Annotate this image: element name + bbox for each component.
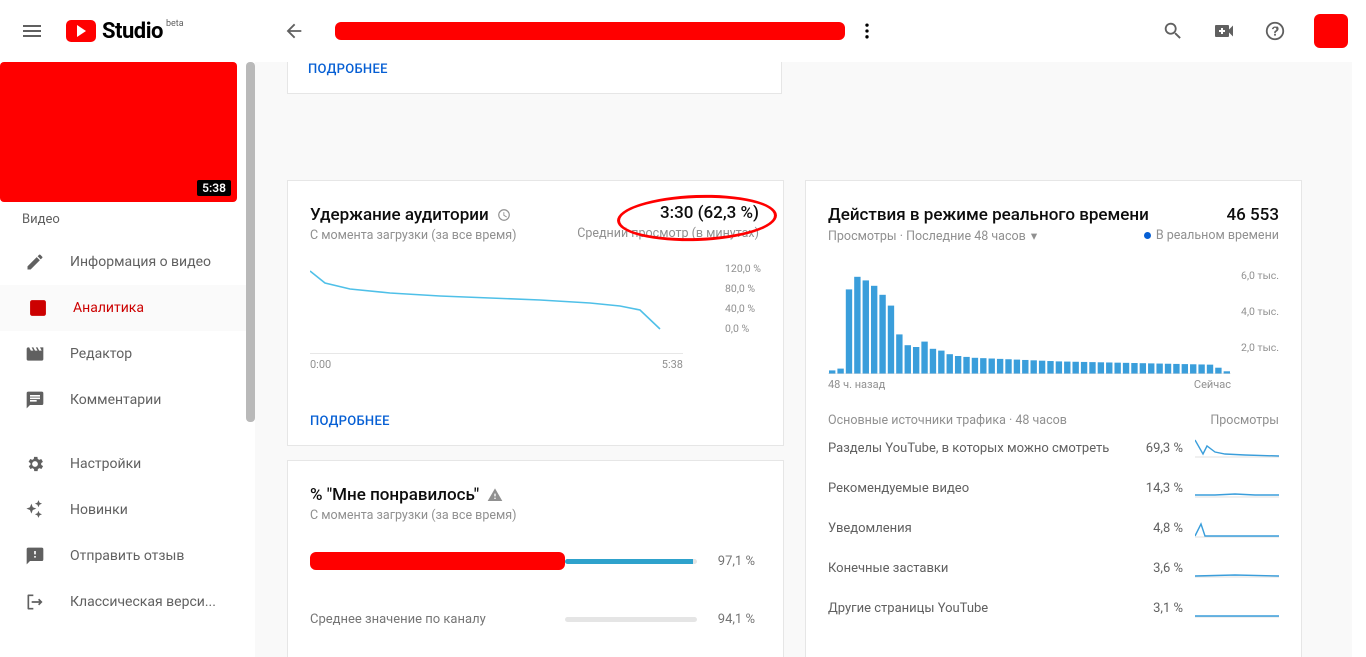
- video-thumbnail[interactable]: 5:38: [0, 62, 237, 202]
- realtime-bar-chart[interactable]: 6,0 тыс. 4,0 тыс. 2,0 тыс.: [828, 264, 1279, 374]
- source-pct: 14,3 %: [1123, 481, 1183, 496]
- realtime-card: Действия в режиме реального времени 46 5…: [805, 180, 1302, 657]
- traffic-source-row[interactable]: Другие страницы YouTube3,1 %: [828, 588, 1279, 628]
- source-pct: 3,6 %: [1123, 561, 1183, 576]
- comments-icon: [24, 390, 46, 410]
- source-name: Другие страницы YouTube: [828, 601, 1123, 616]
- realtime-sub-left[interactable]: Просмотры · Последние 48 часов ▾: [828, 228, 1037, 244]
- realtime-views: 46 553: [1226, 205, 1279, 225]
- source-sparkline: [1195, 438, 1279, 458]
- realtime-x-axis: 48 ч. назад Сейчас: [828, 378, 1279, 391]
- source-sparkline: [1195, 518, 1279, 538]
- source-name: Уведомления: [828, 521, 1123, 536]
- warning-icon: [487, 487, 503, 503]
- sidebar-item-label: Отправить отзыв: [70, 548, 184, 564]
- sidebar-item-info[interactable]: Информация о видео: [0, 239, 255, 285]
- video-title-redacted: [335, 22, 845, 40]
- sidebar-item-editor[interactable]: Редактор: [0, 331, 255, 377]
- youtube-studio-logo[interactable]: Studio beta: [66, 19, 183, 44]
- likes-bar: [565, 617, 697, 622]
- source-name: Рекомендуемые видео: [828, 481, 1123, 496]
- exit-icon: [24, 592, 46, 612]
- retention-x-axis: 0:00 5:38: [310, 353, 683, 371]
- thumbnail-label: Видео: [0, 208, 255, 239]
- sidebar-item-feedback[interactable]: Отправить отзыв: [0, 533, 255, 579]
- hamburger-icon[interactable]: [20, 19, 44, 43]
- sidebar-item-label: Информация о видео: [70, 254, 211, 270]
- likes-row-label: Среднее значение по каналу: [310, 612, 565, 627]
- retention-title: Удержание аудитории: [310, 205, 511, 225]
- beta-badge: beta: [166, 19, 184, 29]
- sidebar-item-label: Настройки: [70, 456, 141, 472]
- sidebar-item-whatsnew[interactable]: Новинки: [0, 487, 255, 533]
- account-avatar[interactable]: [1314, 14, 1348, 48]
- sources-head-right: Просмотры: [1210, 413, 1279, 428]
- traffic-source-row[interactable]: Конечные заставки3,6 %: [828, 548, 1279, 588]
- retention-y-ticks: 120,0 % 80,0 % 40,0 % 0,0 %: [725, 259, 761, 339]
- previous-card-peek: ПОДРОБНЕЕ: [287, 62, 782, 94]
- source-pct: 69,3 %: [1123, 441, 1183, 456]
- sidebar-item-comments[interactable]: Комментарии: [0, 377, 255, 423]
- likes-subtitle: С момента загрузки (за все время): [310, 508, 761, 523]
- help-icon[interactable]: [1264, 20, 1286, 42]
- traffic-source-row[interactable]: Разделы YouTube, в которых можно смотрет…: [828, 428, 1279, 468]
- feedback-icon: [24, 546, 46, 566]
- likes-title: % "Мне понравилось": [310, 485, 503, 505]
- back-arrow-icon[interactable]: [283, 20, 305, 42]
- pencil-icon: [24, 252, 46, 272]
- source-sparkline: [1195, 478, 1279, 498]
- retention-line-chart[interactable]: [310, 263, 670, 343]
- create-video-icon[interactable]: [1212, 19, 1236, 43]
- retention-more-link[interactable]: ПОДРОБНЕЕ: [310, 414, 390, 429]
- likes-row: Среднее значение по каналу 94,1 %: [310, 599, 761, 639]
- sidebar-item-label: Аналитика: [73, 300, 144, 316]
- kebab-icon[interactable]: [857, 21, 877, 41]
- live-dot-icon: [1144, 232, 1151, 239]
- likes-pct: 94,1 %: [697, 612, 755, 627]
- gear-icon: [24, 454, 46, 474]
- retention-metric-sub: Средний просмотр (в минутах): [577, 226, 759, 241]
- youtube-play-icon: [66, 20, 96, 42]
- realtime-title: Действия в режиме реального времени: [828, 205, 1149, 225]
- clock-icon: [497, 208, 511, 222]
- source-pct: 3,1 %: [1123, 601, 1183, 616]
- topbar: Studio beta: [0, 0, 1366, 62]
- traffic-source-row[interactable]: Рекомендуемые видео14,3 %: [828, 468, 1279, 508]
- retention-card: Удержание аудитории С момента загрузки (…: [287, 180, 784, 446]
- sidebar-item-label: Классическая верси...: [70, 594, 216, 610]
- main-content: ПОДРОБНЕЕ Удержание аудитории С момента …: [255, 62, 1352, 657]
- source-name: Конечные заставки: [828, 561, 1123, 576]
- sidebar-item-analytics[interactable]: Аналитика: [0, 285, 255, 331]
- search-icon[interactable]: [1162, 20, 1184, 42]
- sidebar: 5:38 Видео Информация о видео Аналитика …: [0, 62, 255, 657]
- more-link[interactable]: ПОДРОБНЕЕ: [308, 62, 388, 77]
- likes-row-label-redacted: [310, 552, 565, 570]
- realtime-y-ticks: 6,0 тыс. 4,0 тыс. 2,0 тыс.: [1241, 258, 1279, 366]
- thumbnail-duration: 5:38: [197, 180, 231, 196]
- sidebar-item-classic[interactable]: Классическая верси...: [0, 579, 255, 625]
- brand-text: Studio: [102, 19, 163, 44]
- analytics-icon: [27, 298, 49, 318]
- source-name: Разделы YouTube, в которых можно смотрет…: [828, 441, 1123, 456]
- chevron-down-icon: ▾: [1031, 228, 1037, 244]
- retention-metric: 3:30 (62,3 %): [577, 203, 759, 223]
- sidebar-item-label: Редактор: [70, 346, 132, 362]
- sparkle-icon: [24, 500, 46, 520]
- likes-row: 97,1 %: [310, 541, 761, 581]
- clapper-icon: [24, 344, 46, 364]
- likes-pct: 97,1 %: [697, 554, 755, 569]
- sidebar-item-label: Комментарии: [70, 392, 161, 408]
- sources-head-left: Основные источники трафика · 48 часов: [828, 413, 1067, 428]
- realtime-sub-right: В реальном времени: [1144, 228, 1279, 244]
- likes-card: % "Мне понравилось" С момента загрузки (…: [287, 460, 784, 657]
- source-sparkline: [1195, 598, 1279, 618]
- sidebar-item-label: Новинки: [70, 502, 128, 518]
- likes-bar: [565, 559, 697, 564]
- source-pct: 4,8 %: [1123, 521, 1183, 536]
- sidebar-scrollbar[interactable]: [246, 62, 255, 422]
- source-sparkline: [1195, 558, 1279, 578]
- sidebar-item-settings[interactable]: Настройки: [0, 441, 255, 487]
- traffic-source-row[interactable]: Уведомления4,8 %: [828, 508, 1279, 548]
